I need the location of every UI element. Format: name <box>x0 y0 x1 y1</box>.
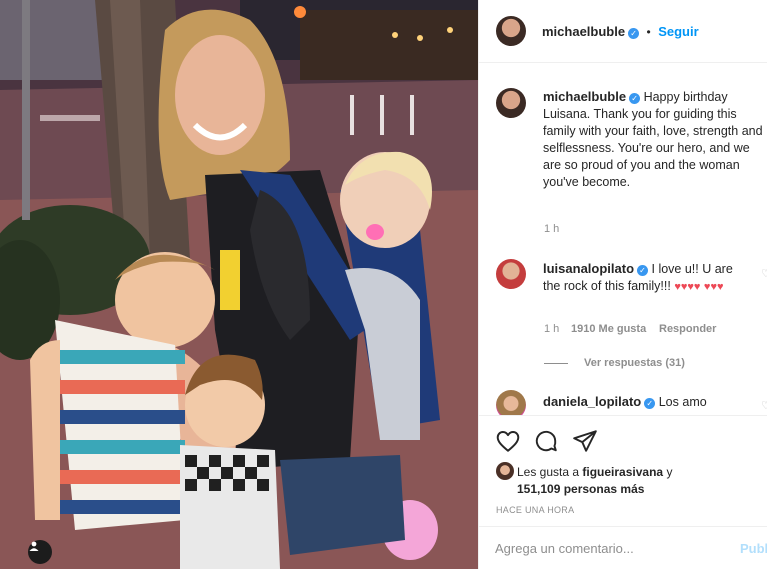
verified-badge-icon: ✓ <box>628 28 640 39</box>
comment-composer: Publ <box>479 526 767 570</box>
comment-item: luisanalopilato ✓ I love u!! U are the ro… <box>543 260 753 296</box>
like-comment-icon[interactable]: ♡ <box>761 267 767 280</box>
post-side-panel: michaelbuble ✓ • Seguir michaelbuble ✓ Hap… <box>478 0 767 569</box>
header-user-line: michaelbuble ✓ • Seguir <box>542 23 699 41</box>
view-replies-button[interactable]: Ver respuestas (31) <box>584 357 685 369</box>
caption-text: Happy birthday Luisana. Thank you for gu… <box>543 90 763 189</box>
verified-badge-icon: ✓ <box>637 265 649 276</box>
verified-badge-icon: ✓ <box>629 93 641 104</box>
like-comment-icon[interactable]: ♡ <box>761 399 767 412</box>
post-comment-button[interactable]: Publ <box>740 541 767 556</box>
likes-prefix: Les gusta a <box>517 465 580 479</box>
post-actions: Les gusta a figueirasivana y 151,109 per… <box>479 415 767 526</box>
author-username[interactable]: michaelbuble <box>542 24 625 39</box>
heart-emoji: ♥♥♥ <box>703 281 724 293</box>
verified-badge-icon: ✓ <box>644 398 656 409</box>
caption: michaelbuble ✓ Happy birthday Luisana. Th… <box>543 88 767 191</box>
comment-username[interactable]: luisanalopilato <box>543 261 634 276</box>
author-avatar[interactable] <box>496 16 526 46</box>
replies-divider <box>544 363 568 364</box>
comment-time: 1 h <box>544 323 560 335</box>
liker-avatar[interactable] <box>496 462 514 480</box>
comment-item: daniela_lopilato ✓ Los amo <box>543 393 753 411</box>
likes-summary: Les gusta a figueirasivana y 151,109 per… <box>517 464 757 498</box>
comment-likes[interactable]: 1910 Me gusta <box>571 323 646 335</box>
photo-illustration <box>0 0 478 569</box>
comment-icon[interactable] <box>533 428 559 454</box>
post-header: michaelbuble ✓ • Seguir <box>479 0 767 63</box>
comment-username[interactable]: daniela_lopilato <box>543 394 641 409</box>
comment-avatar[interactable] <box>496 390 526 415</box>
caption-username[interactable]: michaelbuble <box>543 89 626 104</box>
caption-time: 1 h <box>544 223 560 235</box>
heart-icon[interactable] <box>495 428 521 454</box>
follow-button[interactable]: Seguir <box>658 24 698 39</box>
comment-input[interactable] <box>495 538 715 558</box>
share-icon[interactable] <box>572 428 598 454</box>
user-tag-icon[interactable] <box>28 540 52 564</box>
heart-emoji: ♥♥♥♥ <box>674 281 701 293</box>
liker-username[interactable]: figueirasivana <box>582 465 663 479</box>
follow-separator: • <box>646 25 651 39</box>
reply-button[interactable]: Responder <box>659 323 716 335</box>
likes-count[interactable]: 151,109 personas más <box>517 482 644 496</box>
likes-joiner: y <box>666 465 673 479</box>
post-photo[interactable] <box>0 0 478 569</box>
comments-list[interactable]: michaelbuble ✓ Happy birthday Luisana. Th… <box>479 63 767 415</box>
comment-avatar[interactable] <box>496 259 526 289</box>
comment-text: Los amo <box>658 395 707 409</box>
caption-avatar[interactable] <box>496 88 526 118</box>
post-timestamp[interactable]: HACE UNA HORA <box>496 505 574 515</box>
